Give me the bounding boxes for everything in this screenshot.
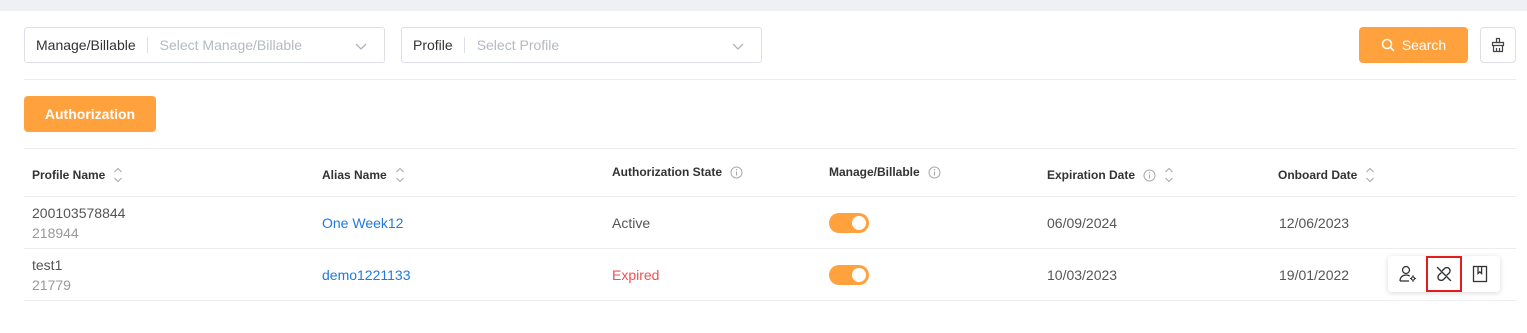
profile-name: test1 — [32, 257, 63, 273]
bookmark-button[interactable] — [1462, 256, 1498, 292]
toggle-knob — [852, 216, 866, 230]
column-header-onboard-date[interactable]: Onboard Date — [1278, 165, 1375, 185]
expiration-date: 10/03/2023 — [1047, 267, 1118, 283]
column-label: Manage/Billable — [829, 165, 920, 179]
row-actions — [1388, 256, 1500, 292]
broom-icon — [1491, 37, 1505, 53]
column-header-authorization-state: Authorization State — [612, 165, 743, 179]
manage-billable-filter-placeholder: Select Manage/Billable — [159, 37, 303, 53]
info-icon[interactable] — [730, 166, 743, 179]
user-settings-button[interactable] — [1390, 256, 1426, 292]
profile-filter-placeholder: Select Profile — [476, 37, 560, 53]
column-label: Expiration Date — [1047, 168, 1136, 182]
onboard-date: 19/01/2022 — [1279, 267, 1350, 283]
info-icon[interactable] — [928, 166, 941, 179]
user-settings-icon — [1399, 265, 1417, 282]
row-divider — [24, 248, 1516, 249]
top-strip — [0, 0, 1527, 11]
clear-filters-button[interactable] — [1480, 27, 1516, 63]
authorization-state: Active — [612, 215, 651, 231]
info-icon[interactable] — [1143, 169, 1156, 182]
expiration-date: 06/09/2024 — [1047, 215, 1118, 231]
search-button-label: Search — [1401, 37, 1447, 53]
alias-link[interactable]: One Week12 — [322, 215, 403, 231]
authorization-state: Expired — [612, 267, 660, 283]
filter-divider — [24, 79, 1516, 80]
onboard-date: 12/06/2023 — [1279, 215, 1350, 231]
table-bottom-border — [24, 300, 1516, 301]
profile-filter[interactable]: Profile Select Profile — [401, 27, 762, 63]
sort-icon[interactable] — [1365, 165, 1375, 185]
column-label: Onboard Date — [1278, 168, 1358, 182]
authorization-button[interactable]: Authorization — [24, 96, 156, 132]
unlink-button[interactable] — [1426, 256, 1462, 292]
sort-icon[interactable] — [395, 165, 405, 185]
unlink-icon — [1436, 266, 1452, 282]
column-header-alias-name[interactable]: Alias Name — [322, 165, 405, 185]
manage-billable-toggle[interactable] — [829, 213, 869, 233]
profile-id: 218944 — [32, 225, 79, 241]
toggle-knob — [852, 268, 866, 282]
column-label: Authorization State — [612, 165, 722, 179]
search-button[interactable]: Search — [1359, 27, 1468, 63]
header-divider — [24, 196, 1516, 197]
profile-id: 21779 — [32, 277, 71, 293]
chevron-down-icon — [732, 43, 744, 50]
column-label: Profile Name — [32, 168, 106, 182]
sort-icon[interactable] — [1164, 165, 1174, 185]
profile-name: 200103578844 — [32, 205, 126, 221]
manage-billable-toggle[interactable] — [829, 265, 869, 285]
manage-billable-filter[interactable]: Manage/Billable Select Manage/Billable — [24, 27, 385, 63]
sort-icon[interactable] — [113, 165, 123, 185]
search-icon — [1381, 38, 1395, 52]
column-header-manage-billable: Manage/Billable — [829, 165, 941, 179]
table-top-border — [24, 148, 1516, 149]
bookmark-icon — [1472, 265, 1488, 283]
manage-billable-filter-label: Manage/Billable — [25, 37, 148, 53]
column-header-profile-name[interactable]: Profile Name — [32, 165, 123, 185]
column-label: Alias Name — [322, 168, 387, 182]
column-header-expiration-date[interactable]: Expiration Date — [1047, 165, 1174, 185]
alias-link[interactable]: demo1221133 — [322, 267, 410, 283]
profile-filter-label: Profile — [402, 37, 465, 53]
chevron-down-icon — [355, 43, 367, 50]
